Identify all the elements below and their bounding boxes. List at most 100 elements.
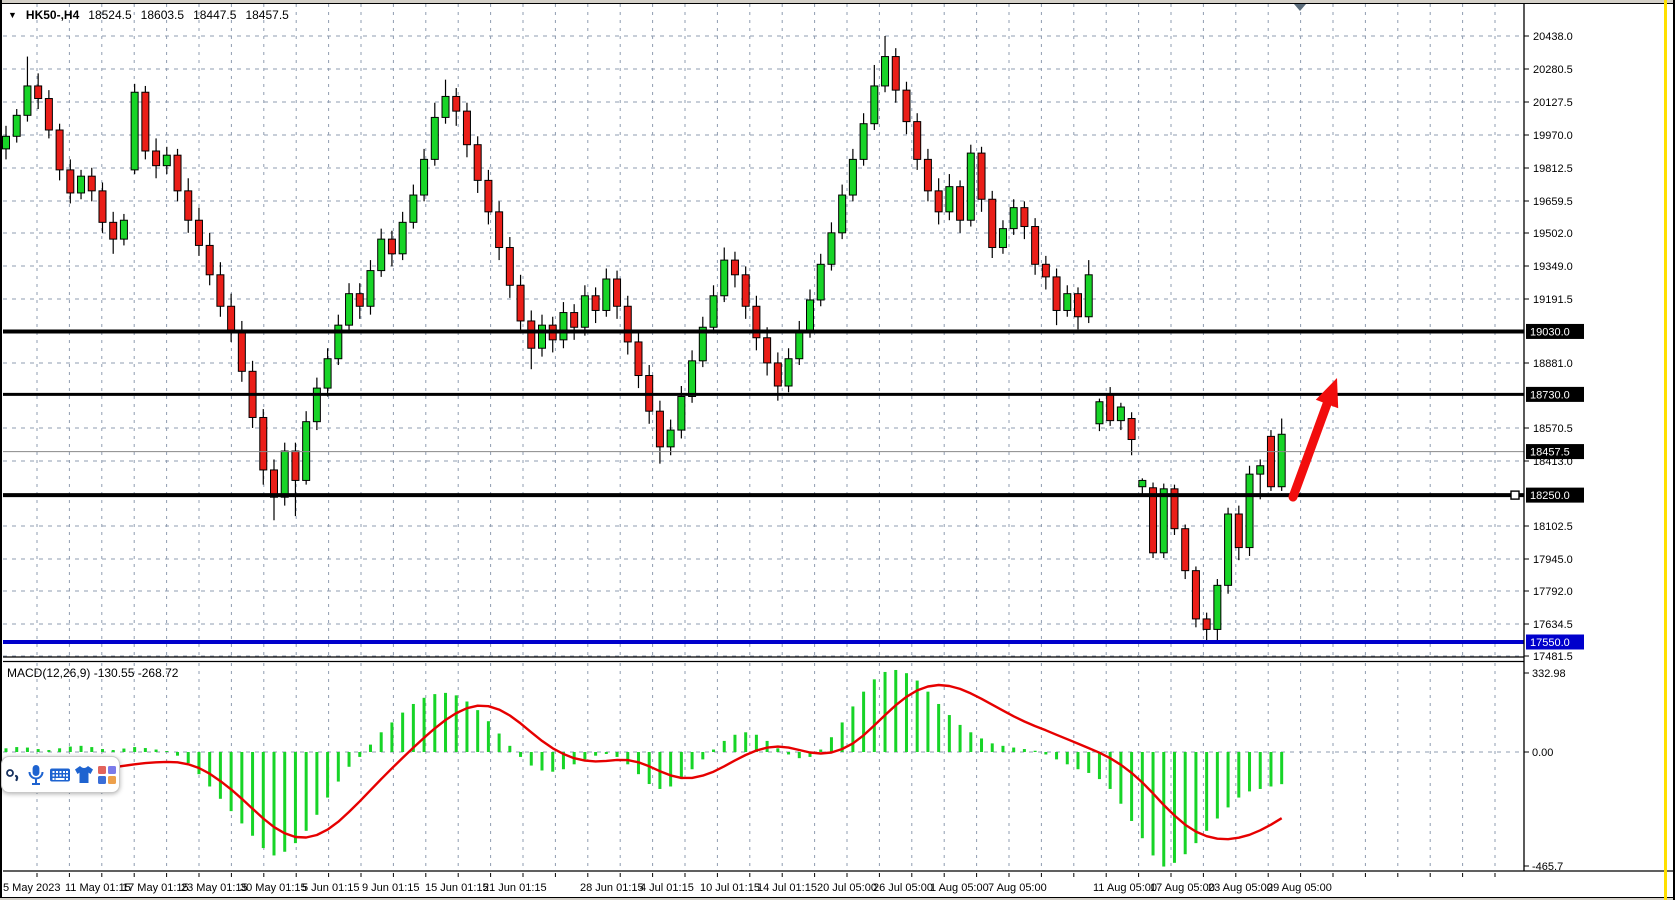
candle-body: [1225, 514, 1232, 585]
trend-arrow-shaft[interactable]: [1293, 404, 1327, 497]
candle-body: [260, 417, 267, 469]
macd-histogram-bar: [1152, 752, 1155, 855]
candle-body: [13, 115, 20, 136]
time-axis-label: 23 May 01:15: [181, 882, 248, 894]
candle-body: [935, 191, 942, 212]
clothing-icon[interactable]: [73, 763, 95, 787]
candle-body: [1021, 208, 1028, 227]
time-axis-label: 5 Jun 01:15: [302, 882, 360, 894]
candle-body: [517, 285, 524, 321]
macd-histogram-bar: [819, 750, 822, 752]
macd-histogram-bar: [980, 738, 983, 752]
price-tick-label: 20127.5: [1533, 97, 1573, 109]
candle-body: [871, 86, 878, 124]
candle-body: [774, 363, 781, 386]
macd-histogram-bar: [380, 732, 383, 752]
candle-body: [185, 191, 192, 220]
candle-body: [174, 155, 181, 191]
candle-body: [1267, 436, 1274, 486]
candle-body: [967, 153, 974, 220]
macd-histogram-bar: [798, 752, 801, 758]
price-label-text: 17550.0: [1530, 637, 1570, 649]
candle-body: [957, 187, 964, 221]
macd-histogram-bar: [1001, 746, 1004, 752]
high-value: 18603.5: [141, 8, 184, 22]
candle-body: [1053, 277, 1060, 311]
window-frame-top: [0, 0, 1675, 4]
macd-histogram-bar: [519, 752, 522, 757]
candle-body: [1203, 619, 1210, 629]
candle-body: [78, 176, 85, 193]
time-axis-label: 20 Jul 05:00: [817, 882, 877, 894]
macd-histogram-bar: [1141, 752, 1144, 838]
macd-histogram-bar: [1184, 752, 1187, 854]
macd-histogram-bar: [433, 694, 436, 752]
macd-histogram-bar: [712, 750, 715, 752]
time-axis-label: 29 Aug 05:00: [1267, 882, 1332, 894]
candle-body: [624, 306, 631, 342]
price-label-text: 19030.0: [1530, 326, 1570, 338]
candle-body: [163, 155, 170, 165]
macd-histogram-bar: [959, 725, 962, 752]
line-drag-handle[interactable]: [1511, 491, 1519, 499]
macd-histogram-bar: [969, 732, 972, 752]
candle-body: [603, 279, 610, 310]
sticker-grid-icon[interactable]: [97, 763, 117, 787]
ink-comma-icon[interactable]: [4, 763, 24, 787]
macd-histogram-bar: [605, 752, 608, 754]
macd-histogram-bar: [583, 752, 586, 759]
candle-body: [828, 233, 835, 264]
macd-histogram-bar: [165, 751, 168, 752]
candle-body: [388, 239, 395, 254]
macd-histogram-bar: [508, 746, 511, 752]
microphone-icon[interactable]: [26, 763, 46, 787]
candle-body: [796, 331, 803, 358]
macd-histogram-bar: [358, 752, 361, 757]
keyboard-icon[interactable]: [49, 763, 71, 787]
candle-body: [356, 294, 363, 307]
candle-body: [807, 300, 814, 331]
chevron-down-icon[interactable]: ▼: [8, 10, 17, 20]
candle-body: [474, 145, 481, 181]
macd-histogram-bar: [390, 722, 393, 752]
candle-body: [999, 229, 1006, 248]
candle-body: [903, 90, 910, 121]
macd-histogram-bar: [219, 752, 222, 799]
macd-histogram-bar: [273, 752, 276, 855]
macd-histogram-bar: [90, 747, 93, 752]
macd-histogram-bar: [680, 752, 683, 779]
macd-histogram-bar: [1280, 752, 1283, 784]
macd-histogram-bar: [144, 748, 147, 752]
candle-body: [710, 296, 717, 327]
candle-body: [839, 195, 846, 233]
candle-body: [45, 99, 52, 130]
candle-body: [3, 136, 10, 149]
macd-histogram-bar: [926, 692, 929, 752]
macd-histogram-bar: [476, 710, 479, 752]
chart-header: ▼ HK50-,H4 18524.5 18603.5 18447.5 18457…: [8, 8, 289, 22]
macd-histogram-bar: [1130, 752, 1133, 821]
chart-shift-marker-icon[interactable]: [1294, 4, 1306, 11]
macd-histogram-bar: [283, 752, 286, 852]
macd-histogram-bar: [1269, 752, 1272, 786]
time-axis-label: 11 Aug 05:00: [1093, 882, 1157, 894]
macd-histogram-bar: [884, 672, 887, 752]
macd-histogram-bar: [691, 752, 694, 769]
candle-body: [1096, 402, 1103, 424]
candle-body: [1128, 419, 1135, 440]
candle-body: [1257, 466, 1264, 474]
macd-histogram-bar: [80, 746, 83, 752]
candle-body: [817, 264, 824, 300]
candle-body: [142, 92, 149, 151]
candle-body: [592, 296, 599, 311]
macd-histogram-bar: [1259, 752, 1262, 789]
close-value: 18457.5: [245, 8, 288, 22]
candle-body: [1117, 407, 1124, 421]
candle-body: [924, 159, 931, 190]
candle-body: [721, 260, 728, 296]
ime-toolbar-popup[interactable]: [1, 756, 120, 793]
macd-histogram-bar: [487, 721, 490, 752]
price-tick-label: 17481.5: [1533, 651, 1573, 663]
candle-body: [378, 239, 385, 270]
candle-body: [35, 86, 42, 99]
